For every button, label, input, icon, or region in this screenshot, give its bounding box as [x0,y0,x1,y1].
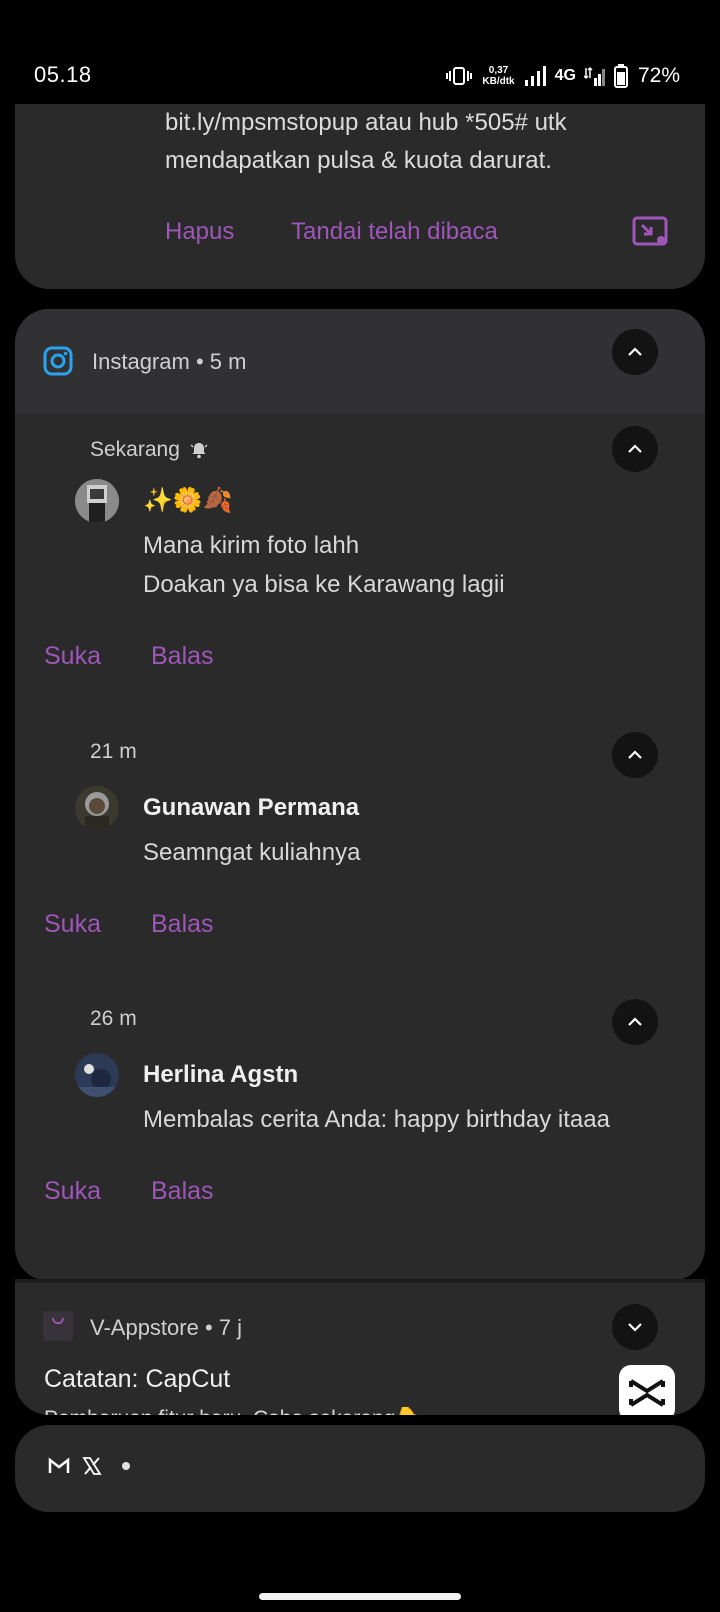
sms-message: bit.ly/mpsmstopup atau hub *505# utk men… [165,104,685,180]
like-button[interactable]: Suka [44,642,101,671]
chevron-up-icon [628,1017,642,1026]
vibrate-icon [446,67,473,85]
instagram-notification-group[interactable]: Instagram • 5 m Sekarang ✨🌼🍂 Mana kirim … [15,309,705,1281]
instagram-app-label: Instagram • 5 m [92,349,247,374]
status-icons: 0,37 KB/dtk 4G 72% [446,64,680,88]
signal-sim2-icon [583,66,605,86]
like-button[interactable]: Suka [44,1177,101,1206]
notification-text: Pembaruan fitur baru. Coba sekarang👇 [44,1407,422,1415]
message-time: 26 m [90,1007,137,1030]
vappstore-app-label: V-Appstore • 7 j [90,1315,243,1340]
vappstore-notification-card[interactable]: V-Appstore • 7 j Catatan: CapCut Pembaru… [15,1279,705,1415]
collapsed-notifications[interactable] [15,1425,705,1512]
chevron-up-icon [628,444,642,453]
battery-percent: 72% [637,64,680,87]
capcut-icon [619,1365,675,1415]
sms-line-1: bit.ly/mpsmstopup atau hub *505# utk [165,109,567,136]
status-bar: 05.18 0,37 KB/dtk 4G 72% [0,0,720,104]
bell-icon [190,443,208,459]
net-speed: 0,37 KB/dtk [482,65,514,87]
expand-button[interactable] [612,1304,658,1350]
clock: 05.18 [34,62,92,87]
reply-button[interactable]: Balas [151,642,214,671]
mark-as-read-button[interactable]: Tandai telah dibaca [291,218,498,246]
avatar [75,479,119,523]
delete-button[interactable]: Hapus [165,218,234,246]
collapse-message-button[interactable] [612,732,658,778]
home-gesture-bar[interactable] [259,1593,461,1600]
instagram-icon [43,346,73,376]
sms-notification-card[interactable]: bit.ly/mpsmstopup atau hub *505# utk men… [15,104,705,289]
message-text: Seamngat kuliahnya [143,839,361,866]
app-name: Instagram [92,349,190,374]
notification-title: Catatan: CapCut [44,1365,231,1393]
like-button[interactable]: Suka [44,910,101,939]
net-speed-value: 0,37 [488,65,509,76]
signal-icon [524,66,546,86]
sender-name: Herlina Agstn [143,1061,299,1088]
sms-line-2: mendapatkan pulsa & kuota darurat. [165,147,552,174]
instagram-messages: Sekarang ✨🌼🍂 Mana kirim foto lahh Doakan… [15,414,705,1281]
notification-icons [48,1457,130,1475]
x-icon [82,1457,102,1475]
net-speed-unit: KB/dtk [482,76,515,87]
reply-button[interactable]: Balas [151,910,214,939]
collapse-message-button[interactable] [612,426,658,472]
vappstore-icon [43,1311,73,1341]
message-emoji: ✨🌼🍂 [143,487,233,514]
message-text: Membalas cerita Anda: happy birthday ita… [143,1106,610,1133]
more-dot-icon [122,1462,130,1470]
message-text: Doakan ya bisa ke Karawang lagii [143,571,505,598]
app-name: V-Appstore [90,1315,199,1340]
app-time: 7 j [218,1315,243,1340]
app-time: 5 m [209,349,247,374]
battery-icon [613,64,628,88]
chevron-up-icon [628,750,642,759]
instagram-header[interactable]: Instagram • 5 m [15,309,705,414]
chevron-down-icon [628,1323,642,1332]
collapse-group-button[interactable] [612,329,658,375]
message-time: 21 m [90,740,137,763]
chevron-up-icon [628,347,642,356]
reply-button[interactable]: Balas [151,1177,214,1206]
collapse-message-button[interactable] [612,999,658,1045]
network-type: 4G [554,67,576,84]
avatar [75,786,119,830]
sender-name: Gunawan Permana [143,794,360,821]
open-in-window-icon[interactable] [632,216,668,248]
gmail-icon [48,1457,70,1473]
message-time: Sekarang [90,438,208,462]
message-text: Mana kirim foto lahh [143,532,360,559]
avatar [75,1053,119,1097]
